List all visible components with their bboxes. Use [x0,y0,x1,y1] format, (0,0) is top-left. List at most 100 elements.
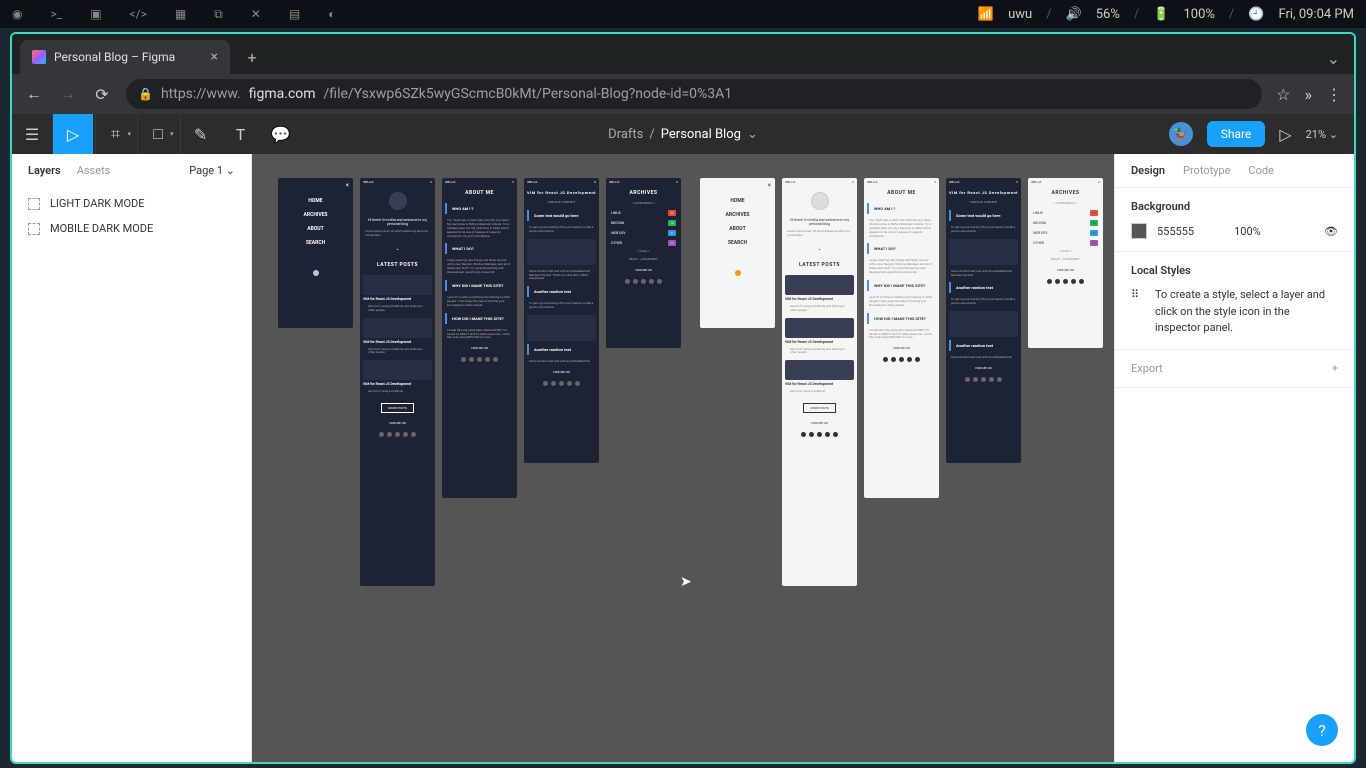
layers-panel: Layers Assets Page 1 ⌄ LIGHT DARK MODE M… [12,154,252,762]
system-menubar: ◉ >_ ▣ </> ▦ ⧉ ✕ ▤ ◐ 📶 uwu / 🔊 56% / 🔋 1… [0,0,1366,28]
page-selector[interactable]: Page 1 ⌄ [189,164,235,177]
styles-hint: To create a style, select a layer and cl… [1155,287,1338,337]
layer-item[interactable]: MOBILE DARK MODE [12,216,251,241]
hamburger-icon: ≡ [1016,180,1018,184]
main-menu-button[interactable]: ☰ [12,114,52,154]
media-icon[interactable]: ▦ [175,7,186,21]
figma-favicon-icon [32,50,46,64]
local-styles-label: Local Styles [1131,264,1338,277]
address-bar: ← → ⟳ 🔒 https://www.figma.com/file/Ysxwp… [12,74,1354,114]
help-button[interactable]: ? [1306,714,1338,746]
tab-prototype[interactable]: Prototype [1183,164,1230,177]
frame-light-home[interactable]: IRELLIA≡ Hi there! I'm Irellia and welco… [782,178,857,586]
cursor-icon: ➤ [680,574,692,590]
new-tab-button[interactable]: + [238,43,266,71]
inspector-panel: Design Prototype Code Background 555555 … [1114,154,1354,762]
breadcrumb-drafts[interactable]: Drafts [608,127,643,142]
files-icon[interactable]: ▣ [90,7,101,21]
bg-hex[interactable]: 555555 [1157,225,1194,238]
volume-value: 56% [1096,7,1120,22]
battery-icon[interactable]: 🔋 [1153,7,1169,22]
menu-icon[interactable]: ⋮ [1326,85,1342,104]
tab-layers[interactable]: Layers [28,164,61,177]
browser-tab[interactable]: Personal Blog – Figma × [20,40,230,74]
frame-light-menu[interactable]: × HOME ARCHIVES ABOUT SEARCH [700,178,775,328]
frame-icon [28,223,40,235]
tab-close-icon[interactable]: × [211,49,218,65]
avatar-icon [389,192,407,210]
present-icon[interactable]: ▷ [1279,125,1291,144]
comment-tool[interactable]: 💬 [261,114,301,154]
shape-tool[interactable]: □ [138,114,178,154]
figma-app: ☰ ▷ ▾ ⌗ ▾ □ ▾ ✎ T 💬 Drafts / Personal Bl… [12,114,1354,762]
close-icon: × [346,182,349,189]
text-tool[interactable]: T [221,114,261,154]
visibility-icon[interactable]: 👁 [1324,225,1338,238]
layer-item[interactable]: LIGHT DARK MODE [12,191,251,216]
close-icon: × [768,182,771,189]
share-button[interactable]: Share [1207,121,1266,147]
frame-dark-post[interactable]: IRELLIA≡ VIM for React JS Development TA… [524,178,599,463]
tab-dropdown-icon[interactable]: ⌄ [1327,49,1340,68]
tab-title: Personal Blog – Figma [54,50,175,64]
hamburger-icon: ≡ [1098,180,1100,184]
frame-light-post[interactable]: IRELLIA≡ VIM for React JS Development TA… [946,178,1021,463]
bg-swatch[interactable] [1131,223,1147,239]
hamburger-icon: ≡ [512,180,514,184]
background-label: Background [1131,200,1338,213]
video-icon[interactable]: ⧉ [214,7,223,22]
hamburger-icon: ≡ [676,180,678,184]
pen-tool[interactable]: ✎ [181,114,221,154]
url-input[interactable]: 🔒 https://www.figma.com/file/Ysxwp6SZk5w… [126,79,1262,109]
frame-dark-menu[interactable]: × HOME ARCHIVES ABOUT SEARCH [278,178,353,328]
tab-assets[interactable]: Assets [77,164,111,177]
volume-icon[interactable]: 🔊 [1066,7,1082,22]
forward-button[interactable]: → [58,84,78,104]
wifi-name: uwu [1008,7,1032,22]
add-export-icon[interactable]: + [1332,362,1338,375]
sun-icon [735,270,741,276]
battery-value: 100% [1183,7,1214,22]
figma-canvas[interactable]: × HOME ARCHIVES ABOUT SEARCH IRELLIA≡ Hi… [252,154,1114,762]
styles-grid-icon: ⠿ [1131,287,1145,337]
moon-icon [313,270,319,276]
lock-icon: 🔒 [138,87,153,101]
frame-tool[interactable]: ⌗ [96,114,136,154]
chat-icon[interactable]: ▤ [289,7,300,21]
hamburger-icon: ≡ [594,180,596,184]
datetime: Fri, 09:04 PM [1278,7,1354,22]
bookmark-icon[interactable]: ☆ [1276,85,1290,104]
breadcrumb: Drafts / Personal Blog ⌄ [608,127,758,142]
avatar[interactable]: 🦆 [1169,122,1193,146]
reload-button[interactable]: ⟳ [92,85,112,104]
frame-icon [28,198,40,210]
frame-dark-archives[interactable]: IRELLIA≡ ARCHIVES < CATEGORIES /> LINUX8… [606,178,681,348]
frame-dark-about[interactable]: IRELLIA≡ ABOUT ME WHO AM I ? You might a… [442,178,517,498]
breadcrumb-file[interactable]: Personal Blog [661,127,741,142]
tab-code[interactable]: Code [1248,164,1273,177]
tools-icon[interactable]: ✕ [251,7,261,21]
frame-light-archives[interactable]: IRELLIA≡ ARCHIVES < CATEGORIES /> LINUX8… [1028,178,1103,348]
hamburger-icon: ≡ [934,180,936,184]
browser-window: Personal Blog – Figma × + ⌄ ← → ⟳ 🔒 http… [10,32,1356,764]
terminal-icon[interactable]: >_ [50,7,62,21]
figma-toolbar: ☰ ▷ ▾ ⌗ ▾ □ ▾ ✎ T 💬 Drafts / Personal Bl… [12,114,1354,154]
bg-opacity[interactable]: 100% [1234,225,1261,238]
tab-strip: Personal Blog – Figma × + ⌄ [12,34,1354,74]
back-button[interactable]: ← [24,84,44,104]
extensions-icon[interactable]: » [1305,85,1313,104]
hamburger-icon: ≡ [852,180,854,184]
clock-icon[interactable]: 🕘 [1248,7,1264,22]
export-label[interactable]: Export [1131,362,1163,375]
tab-design[interactable]: Design [1131,164,1165,177]
zoom-level[interactable]: 21% ⌄ [1306,128,1338,141]
avatar-icon [811,192,829,210]
file-caret-icon[interactable]: ⌄ [747,127,758,142]
steam-icon[interactable]: ◐ [328,7,335,21]
frame-light-about[interactable]: IRELLIA≡ ABOUT ME WHO AM I ? You might a… [864,178,939,498]
code-icon[interactable]: </> [130,7,147,21]
app-launcher-icon[interactable]: ◉ [12,7,22,21]
wifi-icon[interactable]: 📶 [978,7,994,22]
move-tool[interactable]: ▷ [53,114,93,154]
frame-dark-home[interactable]: IRELLIA≡ Hi there! I'm Irellia and welco… [360,178,435,586]
